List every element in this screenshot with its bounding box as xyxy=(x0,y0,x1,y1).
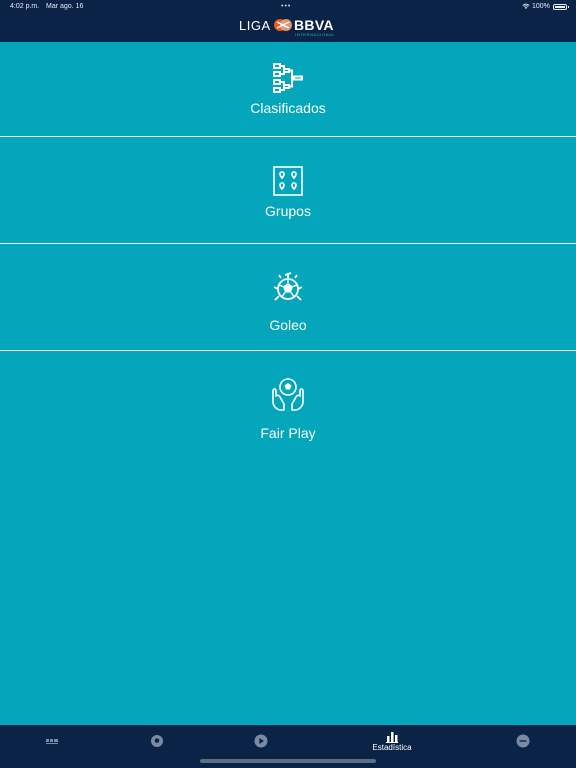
menu-label-fair-play: Fair Play xyxy=(260,425,316,441)
menu-item-goleo[interactable]: Goleo xyxy=(0,244,576,350)
status-time: 4:02 p.m. xyxy=(10,3,40,10)
home-indicator[interactable] xyxy=(200,759,376,763)
stats-icon xyxy=(386,732,398,743)
play-icon xyxy=(254,734,268,748)
table-icon xyxy=(46,739,58,744)
wifi-icon xyxy=(522,3,530,9)
app-header: 4:02 p.m. Mar ago. 16 ••• 100% LIGA BBVA… xyxy=(0,0,576,42)
menu-label-clasificados: Clasificados xyxy=(250,100,326,116)
battery-icon xyxy=(553,4,567,10)
battery-cap xyxy=(568,6,569,8)
battery-percent: 100% xyxy=(532,3,550,10)
liga-bbva-logo[interactable]: LIGA BBVA INTERNACIONAL xyxy=(239,16,339,38)
tab-more[interactable] xyxy=(493,725,553,768)
ball-icon xyxy=(151,735,163,747)
logo-subtext: INTERNACIONAL xyxy=(295,32,336,37)
goal-ball-icon xyxy=(273,272,303,301)
tab-table[interactable] xyxy=(22,725,82,768)
bracket-icon xyxy=(273,63,303,93)
liga-mx-emblem-icon xyxy=(274,19,292,31)
logo-bbva-text: BBVA xyxy=(294,17,334,33)
menu-label-grupos: Grupos xyxy=(265,203,311,219)
tab-label-estadistica: Estadística xyxy=(372,743,412,752)
groups-icon xyxy=(273,166,303,196)
menu-item-clasificados[interactable]: Clasificados xyxy=(0,42,576,136)
tab-matches[interactable] xyxy=(127,725,187,768)
fair-play-icon xyxy=(272,378,304,411)
menu-item-grupos[interactable]: Grupos xyxy=(0,137,576,243)
logo-liga-text: LIGA xyxy=(239,18,271,33)
more-icon xyxy=(516,734,530,748)
status-date: Mar ago. 16 xyxy=(46,3,84,10)
menu-label-goleo: Goleo xyxy=(269,317,307,333)
multitasking-dots[interactable]: ••• xyxy=(281,3,291,10)
menu-item-fair-play[interactable]: Fair Play xyxy=(0,351,576,457)
